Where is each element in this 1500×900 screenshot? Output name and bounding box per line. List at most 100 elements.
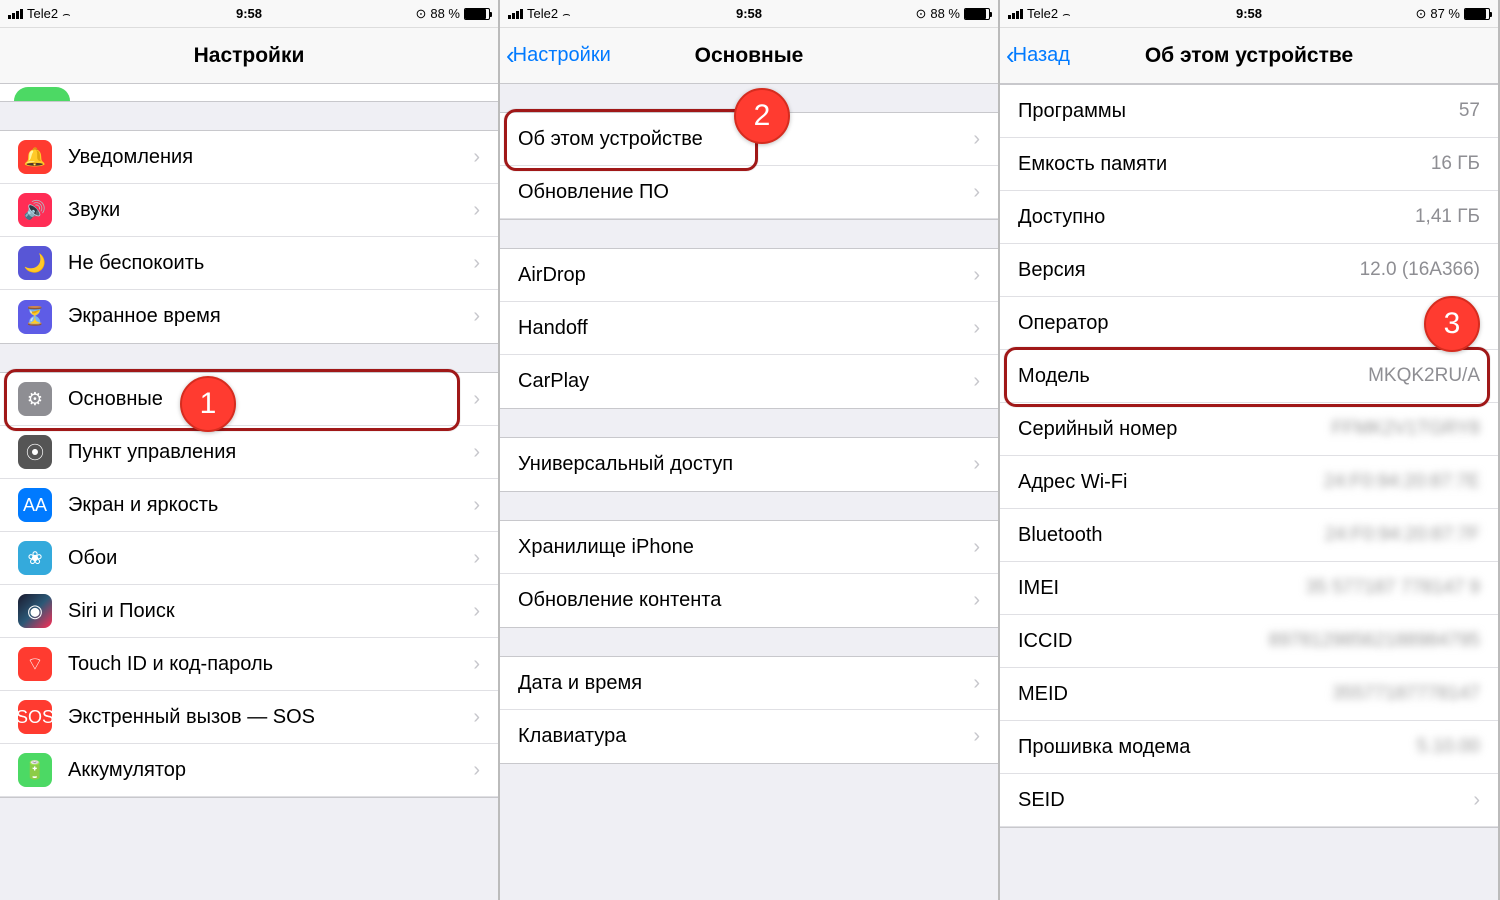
- page-title: Об этом устройстве: [1145, 44, 1353, 68]
- chevron-right-icon: ›: [473, 706, 480, 729]
- chevron-right-icon: ›: [473, 305, 480, 328]
- row-label: Доступно: [1018, 206, 1415, 229]
- row-label: Прошивка модема: [1018, 736, 1417, 759]
- settings-row[interactable]: Обновление ПО ›: [500, 166, 998, 219]
- chevron-right-icon: ›: [473, 547, 480, 570]
- about-list[interactable]: Программы 57Емкость памяти 16 ГБДоступно…: [1000, 84, 1498, 900]
- settings-row[interactable]: SOS Экстренный вызов — SOS ›: [0, 691, 498, 744]
- row-label: Основные: [68, 388, 463, 411]
- row-label: Экран и яркость: [68, 494, 463, 517]
- row-label: Серийный номер: [1018, 418, 1331, 441]
- row-label: Bluetooth: [1018, 524, 1325, 547]
- chevron-right-icon: ›: [473, 653, 480, 676]
- top-row-partial: [0, 84, 498, 102]
- signal-icon: [508, 9, 523, 19]
- settings-row[interactable]: 🔊 Звуки ›: [0, 184, 498, 237]
- pane-about: Tele2 ⌢ 9:58 ⊙ 87 % ‹ Назад Об этом устр…: [1000, 0, 1500, 900]
- chevron-right-icon: ›: [973, 128, 980, 151]
- row-label: Версия: [1018, 259, 1360, 282]
- info-row[interactable]: SEID ›: [1000, 774, 1498, 827]
- callout-badge-2: 2: [734, 88, 790, 144]
- row-icon: ◉: [18, 594, 52, 628]
- settings-row[interactable]: AirDrop ›: [500, 249, 998, 302]
- row-label: Не беспокоить: [68, 252, 463, 275]
- group-storage: Хранилище iPhone ›Обновление контента ›: [500, 520, 998, 628]
- info-row: MEID 35577187778147: [1000, 668, 1498, 721]
- chevron-right-icon: ›: [473, 146, 480, 169]
- status-bar: Tele2 ⌢ 9:58 ⊙ 88 %: [500, 0, 998, 28]
- pane-general: Tele2 ⌢ 9:58 ⊙ 88 % ‹ Настройки Основные…: [500, 0, 1000, 900]
- row-icon: ❀: [18, 541, 52, 575]
- settings-row[interactable]: ⦿ Пункт управления ›: [0, 426, 498, 479]
- settings-row[interactable]: Клавиатура ›: [500, 710, 998, 763]
- signal-icon: [8, 9, 23, 19]
- signal-icon: [1008, 9, 1023, 19]
- carrier-label: Tele2: [527, 6, 558, 21]
- chevron-right-icon: ›: [973, 589, 980, 612]
- settings-row[interactable]: Дата и время ›: [500, 657, 998, 710]
- settings-row[interactable]: Обновление контента ›: [500, 574, 998, 627]
- settings-row[interactable]: ◉ Siri и Поиск ›: [0, 585, 498, 638]
- row-label: Пункт управления: [68, 441, 463, 464]
- settings-list[interactable]: 🔔 Уведомления ›🔊 Звуки ›🌙 Не беспокоить …: [0, 84, 498, 900]
- battery-icon: [964, 8, 990, 20]
- info-row: Версия 12.0 (16A366): [1000, 244, 1498, 297]
- row-label: Touch ID и код-пароль: [68, 653, 463, 676]
- battery-pct: 88 %: [930, 6, 960, 21]
- row-icon: ⦿: [18, 435, 52, 469]
- alarm-icon: ⊙: [915, 6, 926, 22]
- back-button[interactable]: ‹ Настройки: [506, 28, 611, 83]
- settings-row[interactable]: AA Экран и яркость ›: [0, 479, 498, 532]
- row-icon: 🔊: [18, 193, 52, 227]
- row-label: Программы: [1018, 100, 1459, 123]
- alarm-icon: ⊙: [1415, 6, 1426, 22]
- chevron-right-icon: ›: [973, 317, 980, 340]
- row-label: Модель: [1018, 365, 1368, 388]
- settings-row[interactable]: ❀ Обои ›: [0, 532, 498, 585]
- row-label: Обои: [68, 547, 463, 570]
- chevron-right-icon: ›: [973, 536, 980, 559]
- row-value: 24:F0:94:20:87:7E: [1324, 471, 1480, 493]
- battery-icon: [464, 8, 490, 20]
- row-icon: AA: [18, 488, 52, 522]
- settings-row[interactable]: ⌔ Touch ID и код-пароль ›: [0, 638, 498, 691]
- row-value: 89781298562188984795: [1269, 630, 1480, 652]
- chevron-right-icon: ›: [473, 441, 480, 464]
- row-label: Обновление контента: [518, 589, 963, 612]
- battery-icon: [1464, 8, 1490, 20]
- chevron-right-icon: ›: [973, 453, 980, 476]
- group-about-details: Программы 57Емкость памяти 16 ГБДоступно…: [1000, 84, 1498, 828]
- settings-row[interactable]: ⚙ Основные ›: [0, 373, 498, 426]
- back-label: Назад: [1013, 44, 1070, 67]
- status-time: 9:58: [236, 6, 262, 21]
- nav-bar: Настройки: [0, 28, 498, 84]
- chevron-right-icon: ›: [973, 672, 980, 695]
- group-airdrop: AirDrop ›Handoff ›CarPlay ›: [500, 248, 998, 409]
- chevron-right-icon: ›: [1473, 789, 1480, 812]
- info-row: Bluetooth 24:F0:94:20:87:7F: [1000, 509, 1498, 562]
- chevron-right-icon: ›: [473, 199, 480, 222]
- settings-row[interactable]: Handoff ›: [500, 302, 998, 355]
- info-row: Емкость памяти 16 ГБ: [1000, 138, 1498, 191]
- settings-row[interactable]: ⏳ Экранное время ›: [0, 290, 498, 343]
- row-icon: SOS: [18, 700, 52, 734]
- general-list[interactable]: Об этом устройстве ›Обновление ПО › AirD…: [500, 84, 998, 900]
- settings-row[interactable]: 🔔 Уведомления ›: [0, 131, 498, 184]
- back-button[interactable]: ‹ Назад: [1006, 28, 1070, 83]
- settings-row[interactable]: CarPlay ›: [500, 355, 998, 408]
- chevron-right-icon: ›: [973, 370, 980, 393]
- chevron-right-icon: ›: [473, 252, 480, 275]
- chevron-right-icon: ›: [973, 181, 980, 204]
- row-value: FFMK2V1TGRY8: [1331, 418, 1480, 440]
- row-icon: 🔋: [18, 753, 52, 787]
- settings-row[interactable]: 🔋 Аккумулятор ›: [0, 744, 498, 797]
- wifi-icon: ⌢: [1062, 6, 1071, 22]
- chevron-right-icon: ›: [473, 600, 480, 623]
- settings-row[interactable]: Универсальный доступ ›: [500, 438, 998, 491]
- row-value: 12.0 (16A366): [1360, 259, 1480, 281]
- status-time: 9:58: [1236, 6, 1262, 21]
- row-value: 35577187778147: [1332, 683, 1480, 705]
- settings-row[interactable]: Хранилище iPhone ›: [500, 521, 998, 574]
- row-label: Звуки: [68, 199, 463, 222]
- settings-row[interactable]: 🌙 Не беспокоить ›: [0, 237, 498, 290]
